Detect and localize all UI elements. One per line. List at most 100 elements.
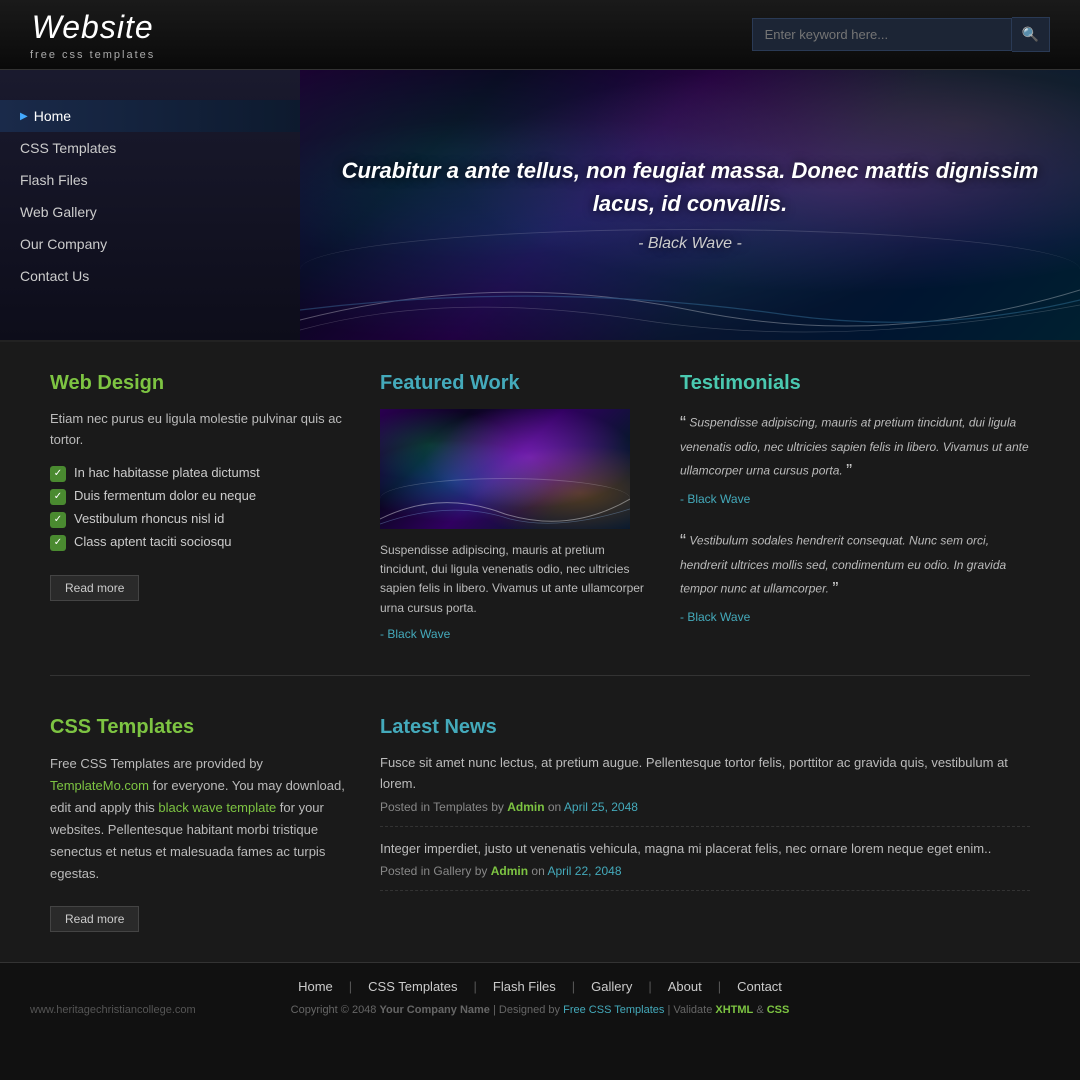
- news-2-meta: Posted in Gallery by Admin on April 22, …: [380, 864, 1030, 878]
- list-item-text-1: In hac habitasse platea dictumst: [74, 465, 260, 480]
- nav-link-css[interactable]: CSS Templates: [20, 140, 116, 156]
- footer-nav: Home | CSS Templates | Flash Files | Gal…: [282, 979, 798, 994]
- news-1-date[interactable]: April 25, 2048: [564, 800, 638, 814]
- footer-validate: | Validate: [664, 1004, 715, 1016]
- news-item-2: Integer imperdiet, justo ut venenatis ve…: [380, 839, 1030, 892]
- open-quote-1: “: [680, 413, 686, 433]
- web-design-read-more[interactable]: Read more: [50, 575, 139, 601]
- footer-bottom: www.heritagechristiancollege.com Copyrig…: [291, 1004, 790, 1016]
- footer-link-gallery[interactable]: Gallery: [575, 979, 648, 994]
- news-2-text: Integer imperdiet, justo ut venenatis ve…: [380, 839, 1030, 860]
- footer-designer[interactable]: Free CSS Templates: [563, 1004, 664, 1016]
- web-design-desc: Etiam nec purus eu ligula molestie pulvi…: [50, 409, 350, 451]
- footer-copyright: Copyright © 2048: [291, 1004, 380, 1016]
- footer-link-css[interactable]: CSS Templates: [352, 979, 473, 994]
- nav-link-home[interactable]: Home: [34, 108, 71, 124]
- nav-item-contact[interactable]: Contact Us: [0, 260, 300, 292]
- web-design-title: Web Design: [50, 372, 350, 395]
- search-input[interactable]: [752, 18, 1012, 51]
- list-item-text-3: Vestibulum rhoncus nisl id: [74, 511, 224, 526]
- footer-xhtml[interactable]: XHTML: [715, 1004, 753, 1016]
- testimonial-2-text: Vestibulum sodales hendrerit consequat. …: [680, 534, 1006, 596]
- nav-item-company[interactable]: Our Company: [0, 228, 300, 260]
- list-item-2: ✓ Duis fermentum dolor eu neque: [50, 488, 350, 505]
- news-item-1: Fusce sit amet nunc lectus, at pretium a…: [380, 753, 1030, 827]
- testimonial-1: “ Suspendisse adipiscing, mauris at pret…: [680, 409, 1030, 509]
- latest-news-title: Latest News: [380, 716, 1030, 739]
- testimonial-1-text: Suspendisse adipiscing, mauris at pretiu…: [680, 416, 1029, 478]
- check-icon-4: ✓: [50, 535, 66, 551]
- open-quote-2: “: [680, 531, 686, 551]
- logo-area: Website free css templates: [30, 9, 155, 61]
- news-1-author: Admin: [507, 800, 544, 814]
- testimonials-col: Testimonials “ Suspendisse adipiscing, m…: [680, 372, 1030, 645]
- news-2-posted: Posted in: [380, 864, 433, 878]
- news-2-date[interactable]: April 22, 2048: [547, 864, 621, 878]
- blackwave-link[interactable]: black wave template: [158, 800, 276, 815]
- news-1-by: by: [488, 800, 507, 814]
- news-2-on: on: [528, 864, 547, 878]
- featured-image: [380, 409, 630, 529]
- two-col-section: CSS Templates Free CSS Templates are pro…: [50, 696, 1030, 932]
- sidebar-nav: Home CSS Templates Flash Files Web Galle…: [0, 70, 300, 340]
- news-2-author: Admin: [491, 864, 528, 878]
- nav-item-gallery[interactable]: Web Gallery: [0, 196, 300, 228]
- check-icon-1: ✓: [50, 466, 66, 482]
- nav-list: Home CSS Templates Flash Files Web Galle…: [0, 100, 300, 292]
- search-area: 🔍: [752, 17, 1050, 52]
- hero-banner: Curabitur a ante tellus, non feugiat mas…: [300, 70, 1080, 340]
- nav-link-company[interactable]: Our Company: [20, 236, 107, 252]
- footer-link-about[interactable]: About: [652, 979, 718, 994]
- nav-link-gallery[interactable]: Web Gallery: [20, 204, 97, 220]
- footer-link-home[interactable]: Home: [282, 979, 349, 994]
- hero-quote: Curabitur a ante tellus, non feugiat mas…: [340, 154, 1040, 220]
- close-quote-1: ”: [846, 461, 852, 481]
- main-content: Web Design Etiam nec purus eu ligula mol…: [0, 340, 1080, 962]
- news-2-by: by: [471, 864, 490, 878]
- footer-wrapper: Home | CSS Templates | Flash Files | Gal…: [0, 962, 1080, 1032]
- css-templates-title: CSS Templates: [50, 716, 350, 739]
- testimonial-2-source[interactable]: - Black Wave: [680, 610, 750, 624]
- news-1-posted: Posted in: [380, 800, 433, 814]
- testimonial-1-source[interactable]: - Black Wave: [680, 492, 750, 506]
- web-design-col: Web Design Etiam nec purus eu ligula mol…: [50, 372, 350, 645]
- news-1-category[interactable]: Templates: [433, 800, 488, 814]
- footer-designed-by: | Designed by: [490, 1004, 563, 1016]
- list-item-4: ✓ Class aptent taciti sociosqu: [50, 534, 350, 551]
- web-design-list: ✓ In hac habitasse platea dictumst ✓ Dui…: [50, 465, 350, 551]
- featured-work-title: Featured Work: [380, 372, 650, 395]
- news-1-on: on: [545, 800, 564, 814]
- featured-work-source[interactable]: - Black Wave: [380, 627, 450, 641]
- footer: Home | CSS Templates | Flash Files | Gal…: [0, 962, 1080, 1032]
- nav-item-home[interactable]: Home: [0, 100, 300, 132]
- list-item-text-2: Duis fermentum dolor eu neque: [74, 488, 256, 503]
- list-item-1: ✓ In hac habitasse platea dictumst: [50, 465, 350, 482]
- news-1-meta: Posted in Templates by Admin on April 25…: [380, 800, 1030, 814]
- css-templates-read-more[interactable]: Read more: [50, 906, 139, 932]
- hero-text: Curabitur a ante tellus, non feugiat mas…: [300, 134, 1080, 276]
- three-col-section: Web Design Etiam nec purus eu ligula mol…: [50, 372, 1030, 676]
- hero-source: - Black Wave -: [340, 232, 1040, 256]
- nav-item-flash[interactable]: Flash Files: [0, 164, 300, 196]
- footer-amp: &: [753, 1004, 766, 1016]
- testimonial-2: “ Vestibulum sodales hendrerit consequat…: [680, 527, 1030, 627]
- list-item-3: ✓ Vestibulum rhoncus nisl id: [50, 511, 350, 528]
- nav-link-flash[interactable]: Flash Files: [20, 172, 88, 188]
- nav-item-css[interactable]: CSS Templates: [0, 132, 300, 164]
- templatemo-link[interactable]: TemplateMo.com: [50, 778, 149, 793]
- hero-section: Home CSS Templates Flash Files Web Galle…: [0, 70, 1080, 340]
- search-button[interactable]: 🔍: [1012, 17, 1050, 52]
- footer-link-contact[interactable]: Contact: [721, 979, 798, 994]
- footer-css[interactable]: CSS: [767, 1004, 790, 1016]
- featured-work-col: Featured Work Suspendisse adipiscing, ma…: [380, 372, 650, 645]
- footer-link-flash[interactable]: Flash Files: [477, 979, 572, 994]
- site-logo: Website: [30, 9, 155, 46]
- css-para1: Free CSS Templates are provided by: [50, 756, 263, 771]
- footer-company: Your Company Name: [379, 1004, 489, 1016]
- news-2-category[interactable]: Gallery: [433, 864, 471, 878]
- top-bar: Website free css templates 🔍: [0, 0, 1080, 70]
- latest-news-col: Latest News Fusce sit amet nunc lectus, …: [380, 716, 1030, 932]
- site-tagline: free css templates: [30, 49, 155, 61]
- nav-link-contact[interactable]: Contact Us: [20, 268, 89, 284]
- featured-work-desc: Suspendisse adipiscing, mauris at pretiu…: [380, 541, 650, 618]
